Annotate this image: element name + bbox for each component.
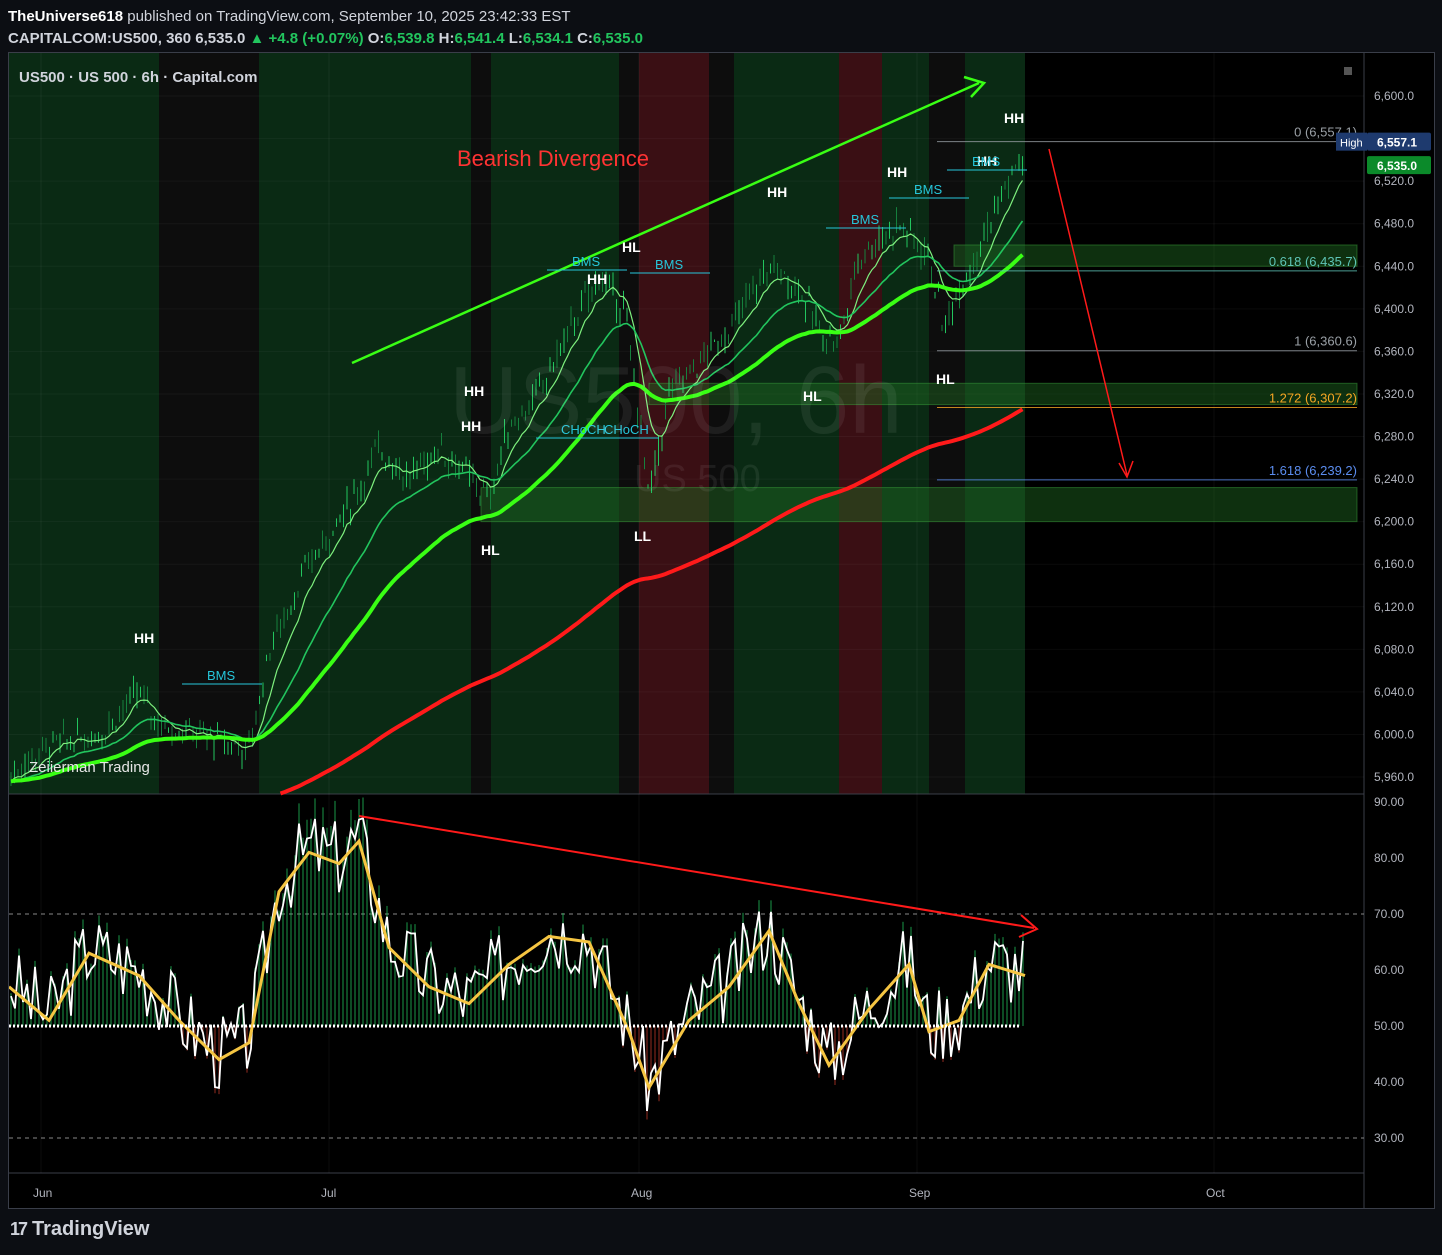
price-tick-label: 6,120.0 (1374, 600, 1414, 614)
price-tick-label: 5,960.0 (1374, 770, 1414, 784)
time-tick-label: Jul (321, 1186, 336, 1200)
price-tick-label: 6,360.0 (1374, 344, 1414, 358)
osc-tick-label: 50.00 (1374, 1019, 1404, 1033)
oscillator-line (10, 817, 1024, 1112)
structure-label: HH (587, 271, 607, 287)
ohlc-high: H:6,541.4 (438, 30, 505, 47)
osc-tick-label: 70.00 (1374, 907, 1404, 921)
chart-header: TheUniverse618 published on TradingView.… (8, 6, 643, 50)
time-tick-label: Jun (33, 1186, 52, 1200)
price-tick-label: 6,200.0 (1374, 515, 1414, 529)
osc-tick-label: 80.00 (1374, 851, 1404, 865)
osc-tick-label: 90.00 (1374, 795, 1404, 809)
chart-title: Bearish Divergence (457, 146, 649, 171)
ohlc-close: C:6,535.0 (577, 30, 643, 47)
osc-tick-label: 30.00 (1374, 1131, 1404, 1145)
high-label: High (1340, 138, 1363, 150)
watermark-name: US 500 (634, 458, 761, 500)
structure-label: BMS (914, 182, 943, 197)
settings-square-icon[interactable] (1344, 67, 1352, 75)
structure-label: HL (481, 542, 500, 558)
price-change: +4.8 (+0.07%) (268, 30, 364, 47)
structure-label: HH (134, 630, 154, 646)
fib-level-label: 1.272 (6,307.2) (1269, 391, 1357, 406)
structure-label: BMS (207, 668, 236, 683)
tradingview-logo-icon: 17 (10, 1219, 28, 1239)
price-tick-label: 6,000.0 (1374, 727, 1414, 741)
price-tick-label: 6,080.0 (1374, 642, 1414, 656)
structure-label: HH (1004, 110, 1024, 126)
ohlc-low: L:6,534.1 (508, 30, 573, 47)
structure-label: HH (767, 184, 787, 200)
tradingview-footer[interactable]: 17 TradingView (10, 1218, 149, 1241)
watermark-symbol: US500, 6h (449, 347, 903, 454)
price-tick-label: 6,280.0 (1374, 430, 1414, 444)
time-tick-label: Sep (909, 1186, 931, 1200)
structure-label: BMS (851, 212, 880, 227)
structure-label: LL (634, 528, 652, 544)
price-tick-label: 6,400.0 (1374, 302, 1414, 316)
structure-label: HL (622, 239, 641, 255)
structure-label: HL (936, 371, 955, 387)
structure-label: BMS (972, 154, 1001, 169)
price-tick-label: 6,520.0 (1374, 174, 1414, 188)
author-name[interactable]: TheUniverse618 (8, 8, 123, 25)
fib-level-label: 1 (6,360.6) (1294, 334, 1357, 349)
price-tick-label: 6,600.0 (1374, 89, 1414, 103)
bearish-projection-line (1048, 148, 1128, 476)
session-band (929, 53, 965, 794)
fib-level-label: 0.618 (6,435.7) (1269, 254, 1357, 269)
structure-label: BMS (572, 254, 601, 269)
osc-divergence-line (358, 815, 1035, 929)
up-arrow-icon: ▲ (249, 30, 265, 47)
ohlc-open: O:6,539.8 (367, 30, 435, 47)
price-tick-label: 6,320.0 (1374, 387, 1414, 401)
osc-tick-label: 60.00 (1374, 963, 1404, 977)
signature: Zeiierman Trading (29, 759, 150, 776)
chart-canvas[interactable]: 0 (6,557.1)0.618 (6,435.7)1 (6,360.6)1.2… (9, 53, 1434, 1208)
structure-label: BMS (655, 257, 684, 272)
time-tick-label: Oct (1206, 1186, 1225, 1200)
oscillator-signal-line (9, 838, 1026, 1092)
last-price: 6,535.0 (195, 30, 246, 47)
time-tick-label: Aug (631, 1186, 652, 1200)
price-tick-label: 6,160.0 (1374, 557, 1414, 571)
chart-frame[interactable]: 0 (6,557.1) 0.618 (6,435.7) 1 (6,360.6) 1.2… (8, 52, 1435, 1209)
price-tick-label: 6,040.0 (1374, 685, 1414, 699)
osc-tick-label: 40.00 (1374, 1075, 1404, 1089)
price-tick-label: 6,240.0 (1374, 472, 1414, 486)
footer-brand: TradingView (32, 1218, 150, 1240)
symbol-label[interactable]: CAPITALCOM:US500, 360 (8, 30, 191, 47)
demand-zone (480, 487, 1358, 523)
price-tag-value: 6,557.1 (1377, 136, 1417, 150)
fib-level-label: 1.618 (6,239.2) (1269, 463, 1357, 478)
published-text: published on TradingView.com, September … (127, 8, 571, 25)
price-tick-label: 6,440.0 (1374, 259, 1414, 273)
chart-legend: US500 · US 500 · 6h · Capital.com (19, 69, 257, 86)
structure-label: HH (887, 164, 907, 180)
price-tag-value: 6,535.0 (1377, 159, 1417, 173)
price-tick-label: 6,480.0 (1374, 217, 1414, 231)
